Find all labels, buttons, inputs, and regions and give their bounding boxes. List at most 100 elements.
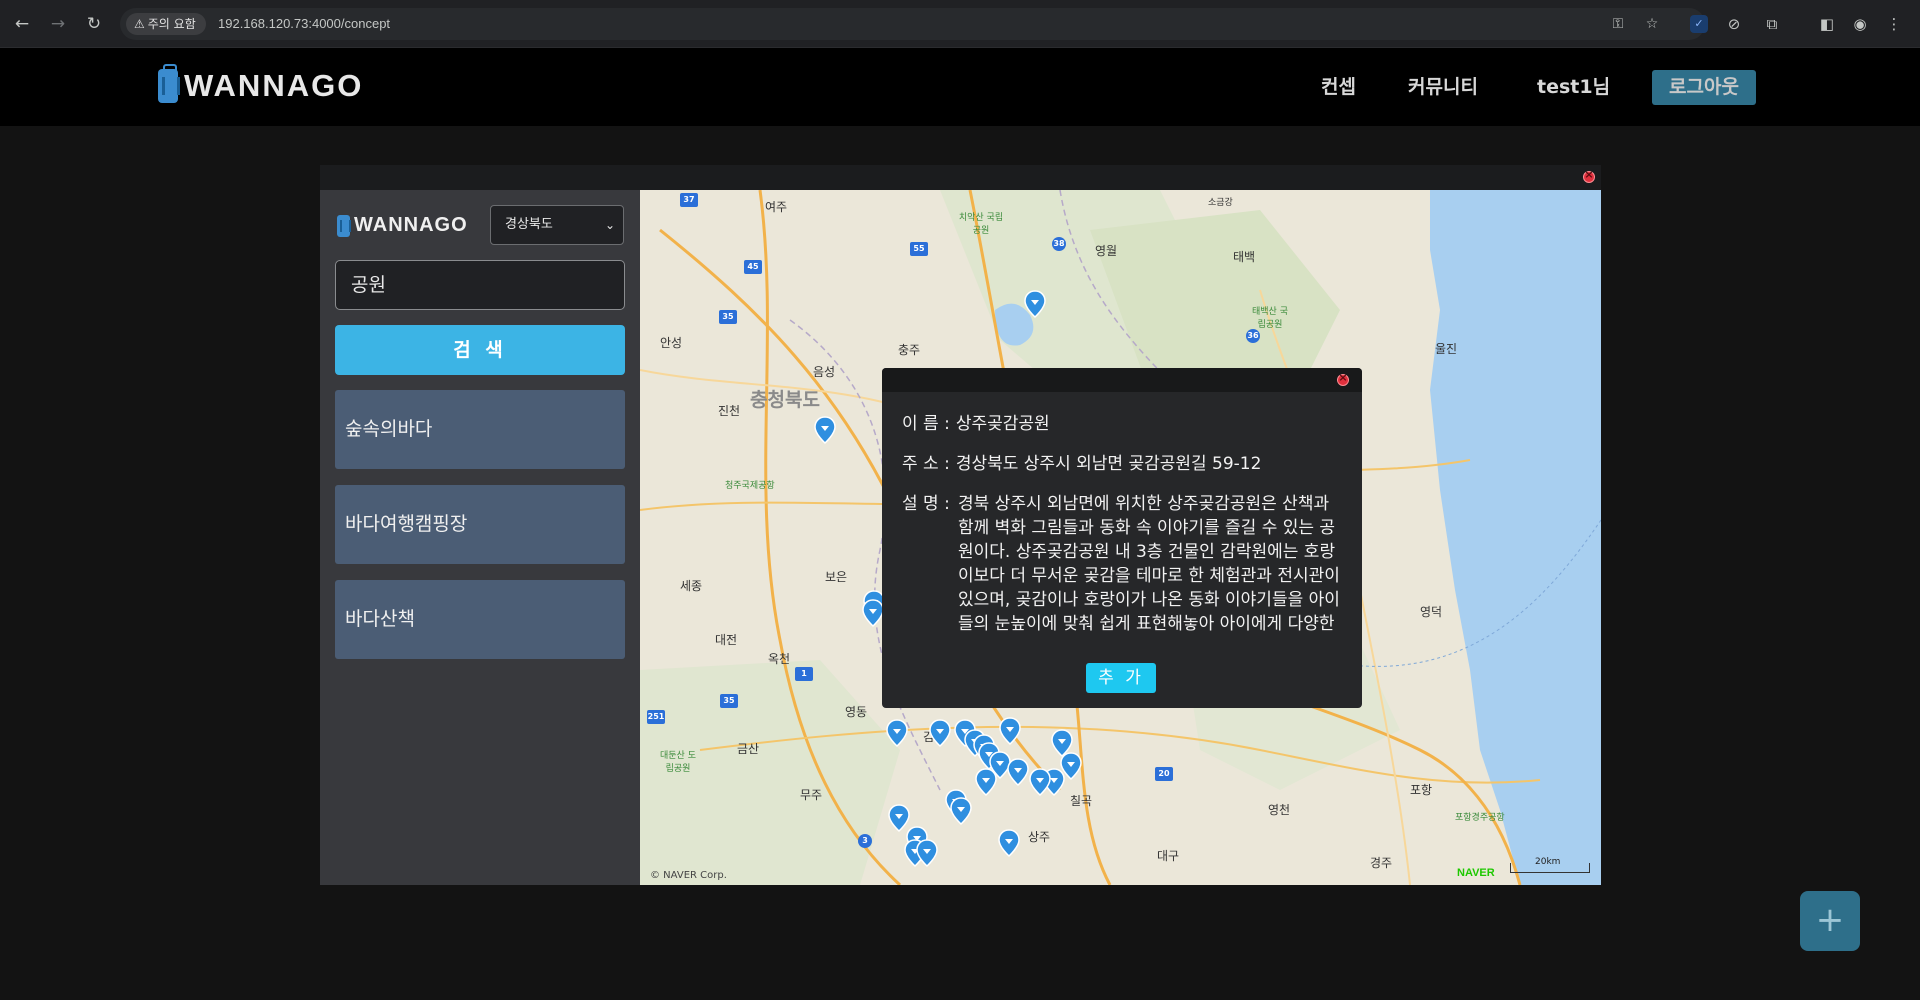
map-label-city: 영월 bbox=[1095, 244, 1118, 258]
extension-icon[interactable]: ⊘ bbox=[1722, 12, 1746, 36]
browser-toolbar: ← → ↻ ⚠ 주의 요함 192.168.120.73:4000/concept… bbox=[0, 0, 1920, 48]
map-label-city: 울진 bbox=[1435, 342, 1458, 356]
map-label-city: 옥천 bbox=[768, 652, 791, 666]
key-icon[interactable]: ⚿ bbox=[1608, 14, 1628, 34]
forward-arrow-icon[interactable]: → bbox=[46, 12, 70, 36]
road-badge: 37 bbox=[680, 193, 698, 207]
map-label-city: 충주 bbox=[898, 343, 921, 357]
place-address: 경상북도 상주시 외남면 곶감공원길 59-12 bbox=[955, 454, 1262, 474]
map-label-city: 대전 bbox=[715, 633, 738, 647]
search-button[interactable]: 검 색 bbox=[335, 325, 625, 375]
map-label-park: 포항경주공항 bbox=[1455, 813, 1505, 823]
map-pin-icon[interactable] bbox=[862, 599, 884, 627]
map-pin-icon[interactable] bbox=[886, 719, 908, 747]
map-label-city: 소금강 bbox=[1208, 198, 1233, 208]
puzzle-icon[interactable]: ⧉ bbox=[1760, 12, 1784, 36]
naver-logo: NAVER bbox=[1457, 867, 1495, 879]
map-label-city: 태백 bbox=[1233, 250, 1256, 264]
map-pin-icon[interactable] bbox=[1024, 290, 1046, 318]
add-button[interactable]: 추 가 bbox=[1086, 663, 1156, 693]
map-pin-icon[interactable] bbox=[975, 768, 997, 796]
road-badge: 20 bbox=[1155, 767, 1173, 781]
url-text[interactable]: 192.168.120.73:4000/concept bbox=[218, 8, 390, 40]
map-label-city: 여주 bbox=[765, 200, 788, 214]
map-pin-icon[interactable] bbox=[1029, 768, 1051, 796]
map-copyright: © NAVER Corp. bbox=[650, 870, 727, 881]
road-badge: 55 bbox=[910, 242, 928, 256]
suitcase-icon bbox=[158, 64, 180, 103]
place-address-row: 주 소 : 경상북도 상주시 외남면 곶감공원길 59-12 bbox=[902, 452, 1342, 476]
place-name: 상주곶감공원 bbox=[955, 414, 1050, 434]
map-label-city: 보은 bbox=[825, 570, 848, 584]
back-arrow-icon[interactable]: ← bbox=[10, 12, 34, 36]
road-badge: 3 bbox=[858, 834, 872, 848]
site-logo[interactable]: WANNAGO bbox=[158, 64, 364, 105]
road-badge: 36 bbox=[1246, 329, 1260, 343]
security-warning-chip[interactable]: ⚠ 주의 요함 bbox=[126, 13, 206, 35]
map-label-city: 대구 bbox=[1157, 849, 1180, 863]
add-fab-button[interactable]: + bbox=[1800, 891, 1860, 951]
map-pin-icon[interactable] bbox=[1007, 758, 1029, 786]
road-badge: 1 bbox=[795, 667, 813, 681]
map-label-park: 청주국제공항 bbox=[725, 481, 775, 491]
place-description: 경북 상주시 외남면에 위치한 상주곶감공원은 산책과 함께 벽화 그림들과 동… bbox=[958, 494, 1340, 634]
popup-body[interactable]: 이 름 : 상주곶감공원 주 소 : 경상북도 상주시 외남면 곶감공원길 59… bbox=[902, 412, 1342, 634]
description-label: 설 명 : bbox=[902, 494, 950, 514]
site-header: WANNAGO 컨셉 커뮤니티 test1님 로그아웃 bbox=[0, 48, 1920, 126]
extension-check-icon[interactable]: ✓ bbox=[1690, 15, 1708, 33]
region-selected-value: 경상북도 bbox=[505, 217, 553, 232]
map-label-city: 칠곡 bbox=[1070, 794, 1093, 808]
map-pin-icon[interactable] bbox=[929, 719, 951, 747]
nav-user[interactable]: test1님 bbox=[1537, 70, 1610, 104]
map-label-city: 영천 bbox=[1268, 803, 1291, 817]
map-label-city: 금산 bbox=[737, 742, 760, 756]
map-label-park: 대둔산 도립공원 bbox=[660, 751, 696, 774]
name-label: 이 름 : bbox=[902, 414, 950, 434]
map-pin-icon[interactable] bbox=[1051, 729, 1073, 757]
close-icon[interactable] bbox=[1583, 168, 1595, 183]
warning-icon: ⚠ bbox=[134, 17, 145, 31]
warning-text: 주의 요함 bbox=[147, 17, 196, 31]
search-input[interactable]: 공원 bbox=[335, 260, 625, 310]
map-label-city: 경주 bbox=[1370, 856, 1393, 870]
result-item[interactable]: 바다여행캠핑장 bbox=[335, 485, 625, 564]
sidebar-icon[interactable]: ◧ bbox=[1815, 12, 1839, 36]
place-description-row: 설 명 : 경북 상주시 외남면에 위치한 상주곶감공원은 산책과 함께 벽화 … bbox=[902, 492, 1342, 634]
place-info-popup: 이 름 : 상주곶감공원 주 소 : 경상북도 상주시 외남면 곶감공원길 59… bbox=[882, 368, 1362, 708]
map-label-park: 태백산 국립공원 bbox=[1252, 307, 1288, 330]
nav-community[interactable]: 커뮤니티 bbox=[1408, 70, 1478, 104]
close-icon[interactable] bbox=[1337, 371, 1349, 386]
suitcase-icon bbox=[337, 214, 351, 237]
road-badge: 35 bbox=[719, 310, 737, 324]
profile-icon[interactable]: ◉ bbox=[1848, 12, 1872, 36]
logo-text: WANNAGO bbox=[184, 68, 364, 103]
map-pin-icon[interactable] bbox=[814, 416, 836, 444]
map-label-city: 영동 bbox=[845, 705, 868, 719]
logout-button[interactable]: 로그아웃 bbox=[1652, 70, 1756, 105]
map-pin-icon[interactable] bbox=[998, 829, 1020, 857]
result-item[interactable]: 바다산책 bbox=[335, 580, 625, 659]
road-badge: 38 bbox=[1052, 237, 1066, 251]
map-pin-icon[interactable] bbox=[950, 797, 972, 825]
sidebar-logo: WANNAGO bbox=[337, 214, 468, 237]
map-label-province: 충청북도 bbox=[750, 389, 820, 411]
road-badge: 251 bbox=[647, 710, 665, 724]
map-pin-icon[interactable] bbox=[999, 717, 1021, 745]
address-label: 주 소 : bbox=[902, 454, 950, 474]
map-label-city: 안성 bbox=[660, 336, 683, 350]
map-label-city: 포항 bbox=[1410, 783, 1433, 797]
nav-concept[interactable]: 컨셉 bbox=[1321, 70, 1356, 104]
chevron-down-icon: ⌄ bbox=[604, 218, 615, 232]
road-badge: 35 bbox=[720, 694, 738, 708]
result-item[interactable]: 숲속의바다 bbox=[335, 390, 625, 469]
region-select[interactable]: 경상북도 ⌄ bbox=[490, 205, 624, 245]
map-label-city: 진천 bbox=[718, 404, 741, 418]
address-bar[interactable]: ⚠ 주의 요함 192.168.120.73:4000/concept ⚿ ☆ bbox=[120, 8, 1705, 40]
place-name-row: 이 름 : 상주곶감공원 bbox=[902, 412, 1342, 436]
more-vert-icon[interactable]: ⋮ bbox=[1882, 12, 1906, 36]
star-icon[interactable]: ☆ bbox=[1642, 14, 1662, 34]
reload-icon[interactable]: ↻ bbox=[82, 12, 106, 36]
map-label-city: 영덕 bbox=[1420, 605, 1443, 619]
map-pin-icon[interactable] bbox=[916, 839, 938, 867]
modal-titlebar bbox=[320, 165, 1601, 190]
